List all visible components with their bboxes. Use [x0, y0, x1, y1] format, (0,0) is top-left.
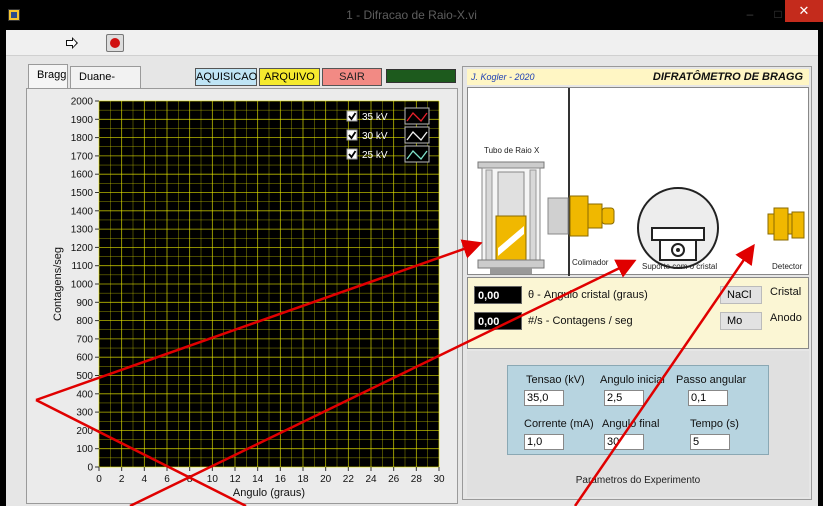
panel-header: J. Kogler - 2020 DIFRATÔMETRO DE BRAGG — [467, 69, 809, 85]
x-tick-label: 0 — [96, 474, 102, 485]
angulo-final-input[interactable]: 30 — [604, 434, 644, 450]
sair-button[interactable]: SAIR — [322, 68, 382, 86]
x-tick-label: 24 — [365, 474, 377, 485]
crystal-holder-label: Suporte com o cristal — [642, 262, 718, 271]
legend-label: 30 kV — [362, 131, 388, 142]
y-tick-label: 300 — [76, 408, 93, 419]
x-tick-label: 2 — [119, 474, 125, 485]
x-tick-label: 26 — [388, 474, 400, 485]
apparatus-diagram: Tubo de Raio X Colimador Suporte com o c… — [467, 87, 809, 276]
collimator-label: Colimador — [572, 258, 609, 267]
passo-angular-input[interactable]: 0,1 — [688, 390, 728, 406]
window-titlebar: 1 - Difracao de Raio-X.vi – □ ✕ — [0, 0, 823, 30]
y-tick-label: 500 — [76, 371, 93, 382]
y-tick-label: 1100 — [71, 261, 93, 272]
tempo-label: Tempo (s) — [690, 418, 739, 430]
window-title: 1 - Difracao de Raio-X.vi — [346, 8, 477, 22]
x-tick-label: 20 — [320, 474, 332, 485]
y-tick-label: 1900 — [71, 115, 94, 126]
detector-icon — [767, 207, 805, 241]
counts-indicator: 0,00 — [474, 312, 522, 330]
crystal-holder-icon — [637, 187, 719, 269]
run-arrow-icon[interactable] — [64, 35, 80, 51]
aquisicao-button[interactable]: AQUISICAO — [195, 68, 257, 86]
status-led — [386, 69, 456, 83]
x-tick-label: 16 — [275, 474, 287, 485]
y-tick-label: 1300 — [71, 225, 94, 236]
diffractometer-panel: J. Kogler - 2020 DIFRATÔMETRO DE BRAGG T… — [462, 66, 812, 500]
y-tick-label: 800 — [76, 316, 93, 327]
y-tick-label: 1400 — [71, 206, 94, 217]
x-tick-label: 6 — [164, 474, 170, 485]
crystal-label: Cristal — [770, 286, 802, 298]
y-tick-label: 2000 — [71, 97, 94, 108]
tempo-input[interactable]: 5 — [690, 434, 730, 450]
angle-indicator: 0,00 — [474, 286, 522, 304]
parameters-cluster: Tensao (kV) 35,0 Angulo inicial 2,5 Pass… — [507, 365, 769, 455]
y-tick-label: 900 — [76, 298, 93, 309]
counts-label: #/s - Contagens / seg — [528, 315, 633, 327]
x-tick-label: 4 — [142, 474, 148, 485]
apparatus-drawing — [477, 88, 805, 276]
x-tick-label: 12 — [229, 474, 241, 485]
toolbar — [6, 30, 818, 56]
bragg-tab-panel: 0 100 200 300 400 500 600 700 800 900 1000 1100 1200… — [26, 88, 458, 504]
y-tick-label: 600 — [76, 353, 93, 364]
readouts-panel: 0,00 θ - Angulo cristal (graus) NaCl Cri… — [467, 277, 809, 349]
tab-bragg[interactable]: Bragg — [28, 64, 68, 88]
tab-duane-hunt[interactable]: Duane-Hunt — [70, 66, 141, 103]
detector-label: Detector — [772, 262, 803, 271]
abort-stop-icon[interactable] — [106, 34, 124, 52]
x-tick-label: 28 — [411, 474, 423, 485]
anode-label: Anodo — [770, 312, 802, 324]
y-tick-label: 400 — [76, 389, 93, 400]
y-tick-label: 1500 — [71, 188, 94, 199]
bragg-chart[interactable]: 0100200300400500600700800900100011001200… — [27, 89, 459, 505]
corrente-label: Corrente (mA) — [524, 418, 594, 430]
minimize-button[interactable]: – — [736, 4, 764, 24]
angulo-inicial-input[interactable]: 2,5 — [604, 390, 644, 406]
passo-angular-label: Passo angular — [676, 374, 747, 386]
x-tick-label: 8 — [187, 474, 193, 485]
y-tick-label: 1200 — [71, 243, 94, 254]
x-tick-label: 18 — [297, 474, 309, 485]
y-tick-label: 700 — [76, 334, 93, 345]
y-tick-label: 1600 — [71, 170, 94, 181]
y-tick-label: 1700 — [71, 151, 94, 162]
y-tick-label: 200 — [76, 426, 93, 437]
parameters-section: Tensao (kV) 35,0 Angulo inicial 2,5 Pass… — [467, 351, 809, 497]
xray-tube-icon — [477, 161, 545, 274]
angle-label: θ - Angulo cristal (graus) — [528, 289, 648, 301]
y-tick-label: 1000 — [71, 280, 94, 291]
anode-indicator: Mo — [720, 312, 762, 330]
y-tick-label: 100 — [76, 444, 93, 455]
x-tick-label: 10 — [207, 474, 219, 485]
collimator-icon — [547, 195, 615, 237]
arquivo-button[interactable]: ARQUIVO — [259, 68, 320, 86]
x-tick-label: 14 — [252, 474, 264, 485]
x-tick-label: 22 — [343, 474, 355, 485]
x-axis-label: Angulo (graus) — [233, 487, 305, 499]
angulo-inicial-label: Angulo inicial — [600, 374, 665, 386]
x-tick-label: 30 — [433, 474, 445, 485]
y-tick-label: 1800 — [71, 133, 94, 144]
xray-tube-label: Tubo de Raio X — [484, 146, 540, 155]
legend-label: 35 kV — [362, 112, 388, 123]
angulo-final-label: Angulo final — [602, 418, 660, 430]
tensao-input[interactable]: 35,0 — [524, 390, 564, 406]
panel-title: DIFRATÔMETRO DE BRAGG — [652, 71, 803, 83]
crystal-indicator: NaCl — [720, 286, 762, 304]
tensao-label: Tensao (kV) — [526, 374, 585, 386]
front-panel: Bragg Duane-Hunt AQUISICAO ARQUIVO SAIR … — [6, 56, 818, 506]
parameters-caption: Parametros do Experimento — [575, 475, 701, 486]
legend-label: 25 kV — [362, 150, 388, 161]
close-button[interactable]: ✕ — [785, 0, 823, 22]
y-axis-label: Contagens/seg — [52, 247, 64, 321]
author-credit: J. Kogler - 2020 — [471, 72, 535, 82]
y-tick-label: 0 — [87, 463, 93, 474]
corrente-input[interactable]: 1,0 — [524, 434, 564, 450]
